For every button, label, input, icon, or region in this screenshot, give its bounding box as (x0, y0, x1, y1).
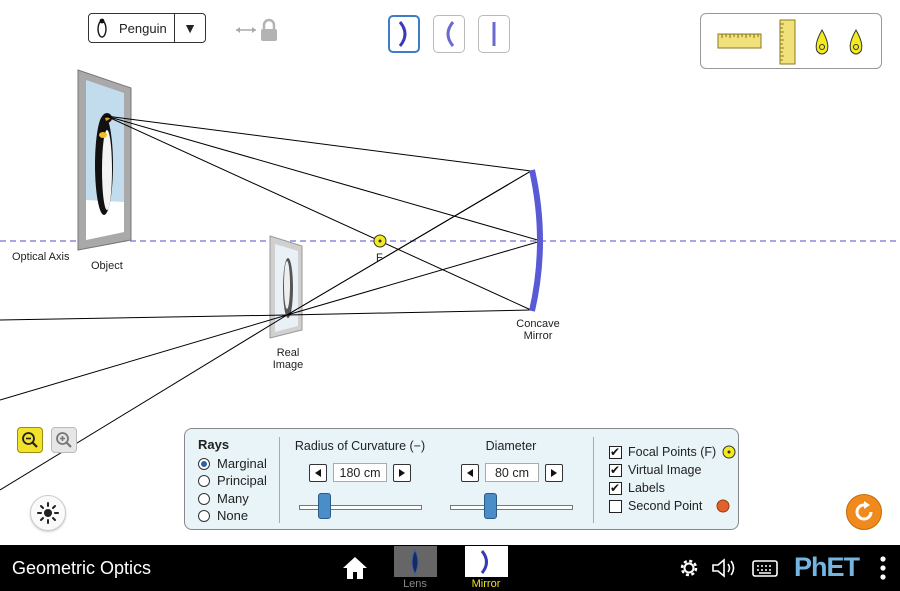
lock-toggle[interactable] (234, 18, 284, 42)
mirror-label: Concave Mirror (516, 318, 560, 342)
sun-icon (37, 502, 59, 524)
concave-mirror-type-button[interactable] (388, 15, 420, 53)
convex-mirror-icon (446, 21, 455, 47)
panel-divider (279, 437, 280, 523)
point-probe-icon[interactable] (815, 28, 829, 55)
point-probe-icon[interactable] (849, 28, 863, 55)
flat-mirror-icon (492, 22, 496, 46)
focal-point-icon (722, 445, 736, 459)
concave-mirror-icon (480, 549, 488, 574)
ray-option-marginal[interactable]: Marginal (198, 456, 267, 471)
screen-tab-mirror[interactable]: Mirror (463, 545, 509, 591)
diameter-slider-track[interactable] (450, 505, 573, 510)
ray-option-none[interactable]: None (198, 508, 248, 523)
more-vertical-icon (880, 556, 886, 580)
radius-slider-thumb[interactable] (318, 493, 331, 519)
optical-axis-label: Optical Axis (12, 251, 70, 263)
radio-indicator (198, 509, 210, 522)
zoom-out-icon (22, 432, 38, 448)
object-label: Object (91, 260, 123, 272)
focal-points-checkbox[interactable]: Focal Points (F) (609, 445, 736, 459)
penguin-icon (89, 14, 115, 42)
radius-increment-button[interactable] (393, 463, 411, 482)
control-panel: Rays Marginal Principal Many None Radius… (184, 428, 739, 530)
checkbox-indicator (609, 499, 622, 513)
screen-tab-label: Mirror (471, 578, 501, 590)
navigation-bar: Geometric Optics Lens Mirror PhET (0, 545, 900, 591)
mirror-thumbnail (464, 546, 508, 577)
diameter-title: Diameter (485, 439, 537, 453)
flat-mirror-type-button[interactable] (478, 15, 510, 53)
diameter-value: 80 cm (485, 463, 539, 482)
radio-indicator (198, 457, 210, 470)
virtual-image-checkbox[interactable]: Virtual Image (609, 463, 701, 477)
keyboard-icon (752, 560, 778, 577)
zoom-out-button[interactable] (17, 427, 43, 453)
home-icon (343, 557, 367, 579)
gear-icon (680, 559, 698, 577)
object-selector[interactable]: Penguin ▼ (88, 13, 206, 43)
diameter-increment-button[interactable] (545, 463, 563, 482)
panel-divider (593, 437, 594, 523)
ruler-vertical-icon[interactable] (779, 19, 796, 65)
rays-title: Rays (198, 437, 230, 452)
home-button[interactable] (342, 556, 368, 585)
radius-spinner: 180 cm (309, 463, 411, 482)
second-point-checkbox[interactable]: Second Point (609, 499, 730, 513)
speaker-icon (712, 558, 735, 578)
diameter-decrement-button[interactable] (461, 463, 479, 482)
zoom-in-icon (56, 432, 72, 448)
radius-value: 180 cm (333, 463, 387, 482)
sound-toggle[interactable] (711, 556, 739, 585)
triangle-left-icon (315, 468, 321, 477)
convex-mirror-type-button[interactable] (433, 15, 465, 53)
lens-icon (411, 548, 419, 575)
diameter-slider-thumb[interactable] (484, 493, 497, 519)
checkbox-indicator (609, 463, 622, 477)
triangle-right-icon (399, 468, 405, 477)
radio-indicator (198, 474, 210, 487)
radius-title: Radius of Curvature (−) (294, 439, 426, 453)
preferences-button[interactable] (677, 556, 701, 585)
diameter-spinner: 80 cm (461, 463, 563, 482)
real-image-label: Real Image (272, 347, 304, 371)
screen-tab-lens[interactable]: Lens (392, 545, 438, 591)
chevron-down-icon[interactable]: ▼ (174, 14, 205, 42)
screen-tab-label: Lens (403, 578, 427, 590)
reset-all-button[interactable] (846, 494, 882, 530)
zoom-in-button[interactable] (51, 427, 77, 453)
ruler-horizontal-icon[interactable] (717, 33, 762, 49)
ray-option-principal[interactable]: Principal (198, 473, 267, 488)
radio-indicator (198, 492, 210, 505)
keyboard-help-button[interactable] (752, 558, 778, 583)
phet-logo: PhET (794, 552, 860, 582)
object-picture[interactable] (77, 69, 132, 251)
concave-mirror-icon (398, 21, 407, 47)
triangle-left-icon (467, 468, 473, 477)
second-point-icon (716, 499, 730, 513)
toolbox (700, 13, 882, 69)
labels-checkbox[interactable]: Labels (609, 481, 665, 495)
checkbox-indicator (609, 481, 622, 495)
lock-icon (261, 18, 277, 41)
reset-icon (855, 501, 873, 521)
focal-point-label: F (376, 252, 383, 264)
object-selector-label: Penguin (119, 20, 167, 36)
checkbox-indicator (609, 445, 622, 459)
double-arrow-icon (236, 27, 256, 33)
ray-option-many[interactable]: Many (198, 491, 249, 506)
light-source-button[interactable] (30, 495, 66, 531)
sim-title: Geometric Optics (12, 558, 152, 578)
radius-decrement-button[interactable] (309, 463, 327, 482)
triangle-right-icon (551, 468, 557, 477)
phet-menu-button[interactable] (876, 554, 890, 587)
lens-thumbnail (393, 546, 437, 577)
